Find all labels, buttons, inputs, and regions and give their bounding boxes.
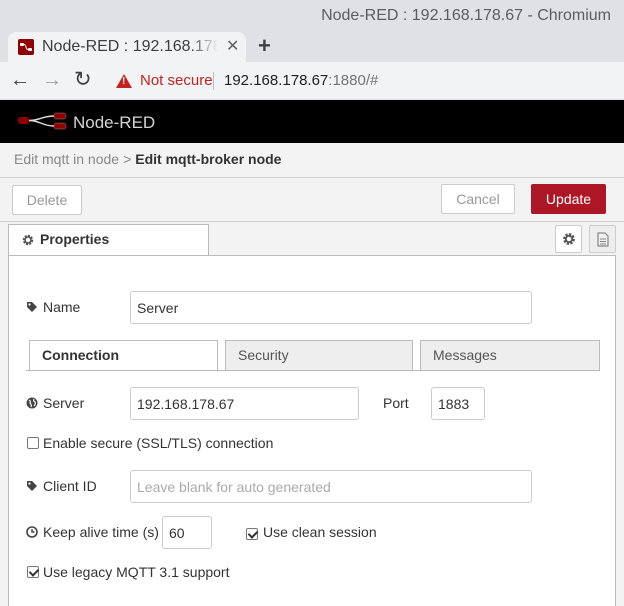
breadcrumb-current: Edit mqtt-broker node: [135, 151, 282, 167]
port-input[interactable]: 1883: [431, 387, 485, 420]
browser-toolbar: ← → ↻ Not secure 192.168.178.67:1880/#: [0, 62, 624, 100]
clean-session-checkbox[interactable]: [246, 528, 258, 540]
node-red-logo-icon: [18, 112, 68, 135]
window-title: Node-RED : 192.168.178.67 - Chromium: [321, 7, 611, 24]
breadcrumb-separator: >: [123, 151, 132, 167]
app-brand: Node-RED: [73, 113, 156, 132]
window-titlebar: Node-RED : 192.168.178.67 - Chromium: [0, 0, 624, 32]
keepalive-input[interactable]: 60: [162, 516, 212, 549]
legacy-mqtt-checkbox[interactable]: [27, 566, 39, 578]
port-label: Port: [383, 395, 409, 411]
name-input[interactable]: Server: [130, 291, 532, 324]
gear-icon: [563, 233, 575, 245]
address-separator: [213, 72, 214, 90]
tls-checkbox[interactable]: [27, 437, 39, 449]
tls-label: Enable secure (SSL/TLS) connection: [43, 435, 274, 451]
url-host: 192.168.178.67: [224, 72, 329, 89]
tag-icon: [27, 481, 37, 491]
tab-properties-label: Properties: [40, 231, 110, 247]
server-input[interactable]: 192.168.178.67: [130, 387, 359, 420]
reload-icon[interactable]: ↻: [74, 69, 92, 91]
gear-icon: [22, 233, 34, 251]
breadcrumb: Edit mqtt in node > Edit mqtt-broker node: [14, 151, 281, 167]
security-status[interactable]: Not secure: [140, 72, 213, 89]
tab-messages[interactable]: Messages: [420, 340, 600, 371]
node-red-header: Node-RED: [0, 100, 624, 143]
update-button[interactable]: Update: [531, 184, 606, 214]
divider: [0, 177, 624, 178]
browser-tab[interactable]: Node-RED : 192.168.178.67:1880/# ✕: [8, 32, 246, 62]
keepalive-label: Keep alive time (s): [26, 524, 159, 540]
url-path: :1880/#: [328, 72, 379, 89]
warning-icon[interactable]: [116, 74, 132, 88]
tab-title: Node-RED : 192.168.178.67:1880/#: [42, 38, 218, 55]
client-id-input[interactable]: Leave blank for auto generated: [130, 470, 532, 503]
globe-icon: [26, 397, 38, 409]
document-icon: [597, 232, 609, 247]
cancel-button[interactable]: Cancel: [441, 184, 515, 214]
clean-session-label: Use clean session: [263, 524, 377, 540]
forward-arrow-icon[interactable]: →: [42, 69, 62, 91]
tab-security[interactable]: Security: [225, 340, 413, 371]
legacy-mqtt-label: Use legacy MQTT 3.1 support: [43, 564, 230, 580]
delete-button[interactable]: Delete: [12, 185, 82, 215]
client-id-label: Client ID: [26, 478, 97, 494]
close-tab-icon[interactable]: ✕: [226, 36, 239, 56]
clock-icon: [26, 526, 38, 538]
new-tab-plus-icon[interactable]: +: [258, 33, 271, 59]
node-settings-button[interactable]: [555, 225, 582, 253]
breadcrumb-parent[interactable]: Edit mqtt in node: [14, 151, 119, 167]
tab-properties[interactable]: Properties: [8, 224, 209, 256]
tab-connection[interactable]: Connection: [29, 340, 218, 372]
back-arrow-icon[interactable]: ←: [10, 69, 30, 91]
server-label: Server: [26, 395, 84, 411]
node-description-button[interactable]: [589, 225, 616, 253]
tab-strip: Node-RED : 192.168.178.67:1880/# ✕ +: [0, 32, 624, 62]
tag-icon: [27, 302, 37, 312]
tabs-divider: [26, 370, 600, 371]
divider: [0, 221, 624, 222]
address-bar[interactable]: 192.168.178.67:1880/#: [224, 72, 378, 89]
node-red-favicon-icon: [18, 39, 34, 55]
name-label: Name: [26, 299, 80, 315]
